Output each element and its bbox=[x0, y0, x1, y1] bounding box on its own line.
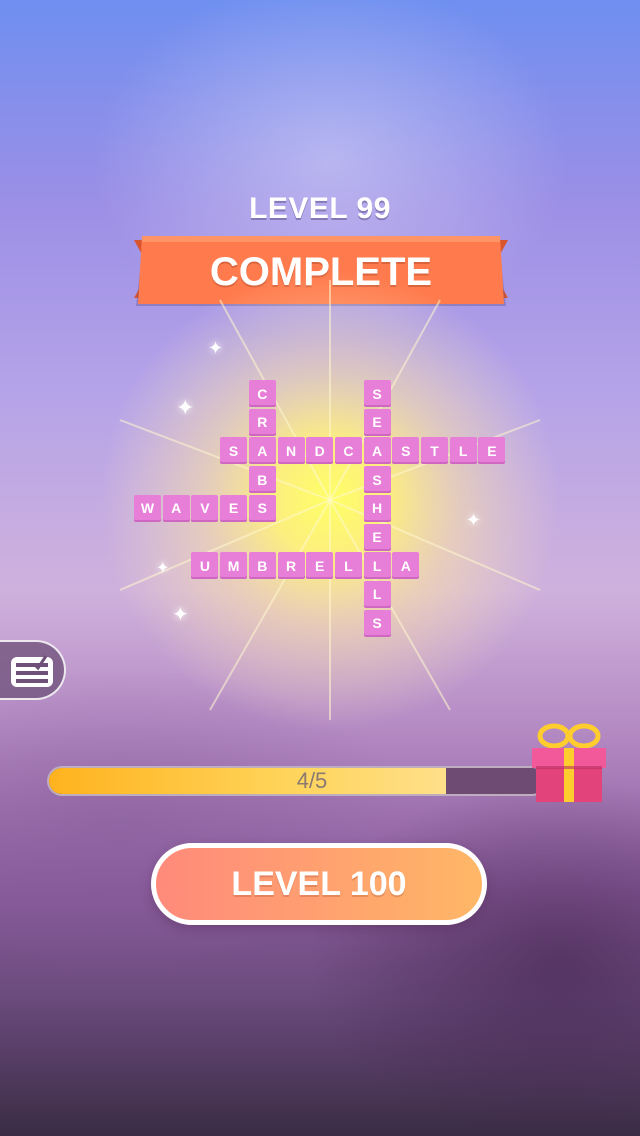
letter-tile: S bbox=[248, 494, 276, 522]
letter-tile: A bbox=[363, 437, 391, 465]
letter-tile: H bbox=[363, 494, 391, 522]
letter-tile: N bbox=[277, 437, 305, 465]
letter-tile: E bbox=[478, 437, 506, 465]
checklist-icon bbox=[11, 655, 53, 687]
crossword-grid: CRABSSNDCASTLEWAVEUMBRELLASESHELS bbox=[0, 0, 640, 1136]
letter-tile: B bbox=[248, 552, 276, 580]
letter-tile: E bbox=[220, 494, 248, 522]
letter-tile: S bbox=[220, 437, 248, 465]
letter-tile: S bbox=[392, 437, 420, 465]
letter-tile: E bbox=[363, 408, 391, 436]
letter-tile: S bbox=[363, 466, 391, 494]
letter-tile: L bbox=[334, 552, 362, 580]
letter-tile: D bbox=[306, 437, 334, 465]
letter-tile: C bbox=[334, 437, 362, 465]
next-level-button[interactable]: LEVEL 100 bbox=[151, 843, 487, 925]
letter-tile: A bbox=[392, 552, 420, 580]
side-menu-tab[interactable] bbox=[0, 640, 66, 700]
progress-label: 4/5 bbox=[296, 768, 328, 793]
letter-tile: A bbox=[248, 437, 276, 465]
letter-tile: M bbox=[220, 552, 248, 580]
letter-tile: L bbox=[449, 437, 477, 465]
letter-tile: W bbox=[134, 494, 161, 522]
letter-tile: L bbox=[363, 580, 391, 608]
gift-icon[interactable] bbox=[528, 720, 610, 806]
letter-tile: L bbox=[363, 552, 391, 580]
letter-tile: A bbox=[162, 494, 190, 522]
letter-tile: C bbox=[248, 380, 276, 407]
letter-tile: R bbox=[248, 408, 276, 436]
letter-tile: S bbox=[363, 380, 391, 407]
letter-tile: R bbox=[277, 552, 305, 580]
letter-tile: S bbox=[363, 609, 391, 637]
letter-tile: E bbox=[363, 523, 391, 551]
letter-tile: V bbox=[191, 494, 219, 522]
letter-tile: U bbox=[191, 552, 219, 580]
letter-tile: T bbox=[421, 437, 448, 465]
letter-tile: E bbox=[306, 552, 334, 580]
letter-tile: B bbox=[248, 466, 276, 494]
